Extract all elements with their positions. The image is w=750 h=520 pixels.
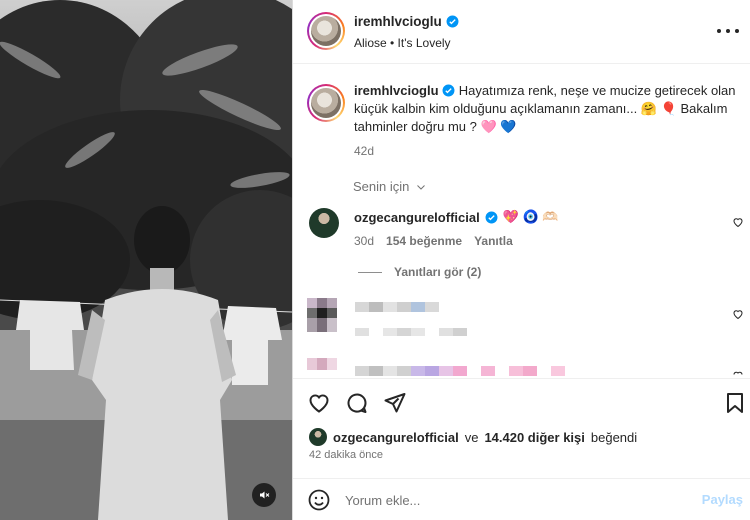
blurred-username <box>355 302 439 312</box>
verified-badge-icon <box>442 84 455 97</box>
comment-input[interactable] <box>345 489 685 511</box>
heart-icon[interactable] <box>732 216 744 228</box>
likes-connector: ve <box>464 429 479 445</box>
comment-text: 💖 🧿 🫶🏻 <box>502 209 559 224</box>
liker-username[interactable]: ozgecangurelofficial <box>333 430 459 445</box>
reply-button[interactable]: Yanıtla <box>474 234 513 248</box>
comments-filter-dropdown[interactable]: Senin için <box>353 179 427 194</box>
audio-label[interactable]: Aliose • It's Lovely <box>354 36 451 50</box>
caption-time[interactable]: 42d <box>354 144 374 158</box>
heart-icon[interactable] <box>732 308 744 320</box>
blurred-meta <box>355 328 467 336</box>
blurred-avatar-row3 <box>307 318 337 332</box>
more-dot <box>726 29 730 33</box>
action-bar <box>293 378 750 422</box>
caption-avatar[interactable] <box>307 84 345 122</box>
likes-count[interactable]: 14.420 diğer kişi <box>484 430 584 445</box>
blurred-avatar <box>307 358 337 370</box>
post-timestamp[interactable]: 42 dakika önce <box>309 449 383 461</box>
commenter-avatar[interactable] <box>309 208 339 238</box>
mute-button[interactable] <box>252 483 276 507</box>
verified-badge-icon <box>446 15 459 28</box>
author-username[interactable]: iremhlvcioglu <box>354 14 442 29</box>
caption-text: iremhlvcioglu Hayatımıza renk, neşe ve m… <box>354 82 739 136</box>
more-horizontal-icon <box>717 29 721 33</box>
bookmark-icon[interactable] <box>723 391 747 415</box>
emoji-icon[interactable] <box>307 488 331 512</box>
view-replies-label: Yanıtları gör (2) <box>394 265 482 279</box>
blurred-username <box>355 366 565 376</box>
caption-username[interactable]: iremhlvcioglu <box>354 83 439 98</box>
comment-likes[interactable]: 154 beğenme <box>386 234 462 248</box>
more-dot <box>735 29 739 33</box>
commenter-username[interactable]: ozgecangurelofficial <box>354 210 480 225</box>
verified-badge-icon <box>485 211 498 223</box>
heart-icon[interactable] <box>732 369 744 377</box>
comment-line: ozgecangurelofficial 💖 🧿 🫶🏻 <box>354 209 559 225</box>
post-header: iremhlvcioglu Aliose • It's Lovely <box>293 0 750 64</box>
photo-illustration <box>0 0 292 520</box>
replies-divider <box>358 271 382 273</box>
comment-meta: 30d 154 beğenme Yanıtla <box>354 234 513 248</box>
add-comment-bar: Paylaş <box>293 478 750 520</box>
comment-icon[interactable] <box>345 391 369 415</box>
heart-icon[interactable] <box>307 391 331 415</box>
share-icon[interactable] <box>383 391 407 415</box>
chevron-down-icon <box>417 184 426 190</box>
view-replies-button[interactable]: Yanıtları gör (2) <box>358 265 481 279</box>
post-image[interactable] <box>0 0 292 520</box>
author-line: iremhlvcioglu <box>354 14 459 29</box>
post-comment-button[interactable]: Paylaş <box>702 492 743 507</box>
post-panel: iremhlvcioglu Aliose • It's Lovely iremh… <box>292 0 750 520</box>
likes-summary: ozgecangurelofficial ve 14.420 diğer kiş… <box>309 428 637 446</box>
volume-off-icon <box>260 491 270 499</box>
comments-filter-label: Senin için <box>353 179 410 194</box>
more-options-button[interactable] <box>717 22 739 40</box>
author-avatar[interactable] <box>307 12 345 50</box>
liker-avatar[interactable] <box>309 428 327 446</box>
likes-suffix: beğendi <box>590 429 638 445</box>
comment-time[interactable]: 30d <box>354 234 374 248</box>
